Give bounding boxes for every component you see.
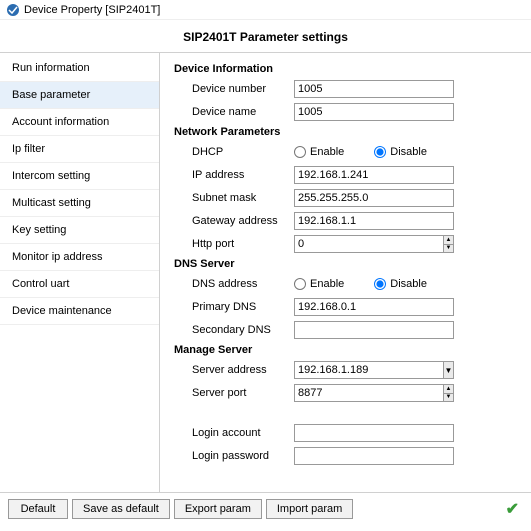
input-server-port[interactable] <box>294 384 443 402</box>
check-icon: ✔ <box>506 499 523 519</box>
spinner-http-port[interactable]: ▲ ▼ <box>294 235 454 253</box>
main-area: Run information Base parameter Account i… <box>0 52 531 492</box>
import-param-button[interactable]: Import param <box>266 499 353 519</box>
radio-dhcp-disable[interactable]: Disable <box>374 146 427 158</box>
input-server-address[interactable] <box>294 361 443 379</box>
section-device-information: Device Information <box>174 63 521 75</box>
sidebar-item-multicast-setting[interactable]: Multicast setting <box>0 190 159 217</box>
sidebar-item-label: Control uart <box>12 278 69 290</box>
sidebar: Run information Base parameter Account i… <box>0 53 160 492</box>
sidebar-item-account-information[interactable]: Account information <box>0 109 159 136</box>
input-device-number[interactable] <box>294 80 454 98</box>
label-dns-address: DNS address <box>174 278 294 290</box>
label-primary-dns: Primary DNS <box>174 301 294 313</box>
label-secondary-dns: Secondary DNS <box>174 324 294 336</box>
export-param-button[interactable]: Export param <box>174 499 262 519</box>
page-title: SIP2401T Parameter settings <box>0 20 531 52</box>
radio-dns-enable[interactable]: Enable <box>294 278 344 290</box>
sidebar-item-label: Base parameter <box>12 89 90 101</box>
default-button[interactable]: Default <box>8 499 68 519</box>
chevron-up-icon[interactable]: ▲ <box>444 236 453 245</box>
input-login-password[interactable] <box>294 447 454 465</box>
radio-label: Disable <box>390 278 427 290</box>
label-dhcp: DHCP <box>174 146 294 158</box>
chevron-down-icon[interactable]: ▼ <box>444 245 453 253</box>
label-device-number: Device number <box>174 83 294 95</box>
combo-server-address[interactable]: ▼ <box>294 361 454 379</box>
label-http-port: Http port <box>174 238 294 250</box>
sidebar-item-label: Multicast setting <box>12 197 91 209</box>
input-ip-address[interactable] <box>294 166 454 184</box>
input-gateway[interactable] <box>294 212 454 230</box>
input-login-account[interactable] <box>294 424 454 442</box>
section-dns-server: DNS Server <box>174 258 521 270</box>
window-title: Device Property [SIP2401T] <box>24 4 160 16</box>
sidebar-item-label: Device maintenance <box>12 305 112 317</box>
radio-group-dns: Enable Disable <box>294 278 427 290</box>
label-server-address: Server address <box>174 364 294 376</box>
sidebar-item-label: Account information <box>12 116 109 128</box>
sidebar-item-label: Monitor ip address <box>12 251 103 263</box>
input-primary-dns[interactable] <box>294 298 454 316</box>
chevron-down-icon[interactable]: ▼ <box>444 394 453 402</box>
sidebar-item-ip-filter[interactable]: Ip filter <box>0 136 159 163</box>
footer-bar: Default Save as default Export param Imp… <box>0 492 531 525</box>
sidebar-item-base-parameter[interactable]: Base parameter <box>0 82 159 109</box>
radio-label: Enable <box>310 278 344 290</box>
radio-label: Enable <box>310 146 344 158</box>
label-gateway: Gateway address <box>174 215 294 227</box>
label-device-name: Device name <box>174 106 294 118</box>
radio-label: Disable <box>390 146 427 158</box>
chevron-down-icon[interactable]: ▼ <box>443 361 454 379</box>
title-bar: Device Property [SIP2401T] <box>0 0 531 20</box>
input-subnet-mask[interactable] <box>294 189 454 207</box>
radio-group-dhcp: Enable Disable <box>294 146 427 158</box>
section-network-parameters: Network Parameters <box>174 126 521 138</box>
spinner-server-port[interactable]: ▲ ▼ <box>294 384 454 402</box>
sidebar-item-key-setting[interactable]: Key setting <box>0 217 159 244</box>
input-http-port[interactable] <box>294 235 443 253</box>
radio-dns-disable[interactable]: Disable <box>374 278 427 290</box>
label-subnet-mask: Subnet mask <box>174 192 294 204</box>
sidebar-item-label: Intercom setting <box>12 170 90 182</box>
label-ip-address: IP address <box>174 169 294 181</box>
sidebar-item-control-uart[interactable]: Control uart <box>0 271 159 298</box>
sidebar-item-intercom-setting[interactable]: Intercom setting <box>0 163 159 190</box>
label-login-password: Login password <box>174 450 294 462</box>
label-login-account: Login account <box>174 427 294 439</box>
input-secondary-dns[interactable] <box>294 321 454 339</box>
input-device-name[interactable] <box>294 103 454 121</box>
sidebar-item-device-maintenance[interactable]: Device maintenance <box>0 298 159 325</box>
app-icon <box>6 3 20 17</box>
content-panel: Device Information Device number Device … <box>160 53 531 492</box>
sidebar-item-label: Key setting <box>12 224 66 236</box>
sidebar-item-label: Run information <box>12 62 90 74</box>
section-manage-server: Manage Server <box>174 344 521 356</box>
sidebar-item-run-information[interactable]: Run information <box>0 55 159 82</box>
chevron-up-icon[interactable]: ▲ <box>444 385 453 394</box>
save-as-default-button[interactable]: Save as default <box>72 499 170 519</box>
sidebar-item-monitor-ip-address[interactable]: Monitor ip address <box>0 244 159 271</box>
label-server-port: Server port <box>174 387 294 399</box>
sidebar-item-label: Ip filter <box>12 143 45 155</box>
radio-dhcp-enable[interactable]: Enable <box>294 146 344 158</box>
